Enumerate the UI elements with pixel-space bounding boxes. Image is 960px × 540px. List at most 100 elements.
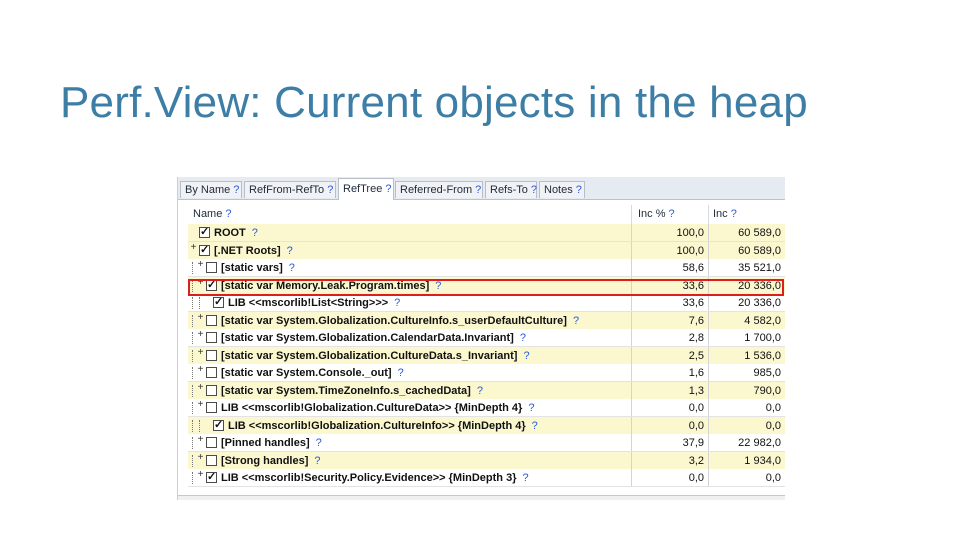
table-row[interactable]: LIB <<mscorlib!Globalization.CultureInfo… xyxy=(188,416,785,435)
row-checkbox[interactable] xyxy=(206,402,217,413)
inc-pct-cell: 0,0 xyxy=(688,419,704,432)
tab-reftree[interactable]: RefTree? xyxy=(338,178,394,200)
column-divider[interactable] xyxy=(708,205,709,224)
table-row[interactable]: + [Pinned handles]? 37,9 22 982,0 xyxy=(188,434,785,452)
help-link[interactable]: ? xyxy=(531,184,537,196)
row-name[interactable]: [static var System.Globalization.Culture… xyxy=(221,348,530,364)
help-link[interactable]: ? xyxy=(475,184,481,196)
help-link[interactable]: ? xyxy=(731,208,737,220)
row-checkbox[interactable] xyxy=(199,243,210,256)
row-name[interactable]: LIB <<mscorlib!List<String>>>? xyxy=(228,295,400,311)
expand-toggle-icon[interactable]: + xyxy=(196,330,205,340)
tree-guide-line xyxy=(192,367,194,379)
expand-toggle-icon[interactable]: + xyxy=(196,312,205,322)
table-row[interactable]: ROOT? 100,0 60 589,0 xyxy=(188,224,785,242)
row-name[interactable]: [static vars]? xyxy=(221,260,295,276)
expand-toggle-icon[interactable]: + xyxy=(196,435,205,445)
tab-notes[interactable]: Notes? xyxy=(539,181,585,198)
expand-toggle-icon[interactable] xyxy=(203,295,212,304)
column-header-name[interactable]: Name? xyxy=(193,205,231,224)
help-link[interactable]: ? xyxy=(528,402,534,414)
table-row[interactable]: + [Strong handles]? 3,2 1 934,0 xyxy=(188,451,785,470)
tab-reffrom-refto[interactable]: RefFrom-RefTo? xyxy=(244,181,336,198)
expand-toggle-icon[interactable]: + xyxy=(196,347,205,357)
tab-by-name[interactable]: By Name? xyxy=(180,181,242,198)
row-checkbox[interactable] xyxy=(206,314,217,326)
row-name[interactable]: LIB <<mscorlib!Security.Policy.Evidence>… xyxy=(221,470,529,486)
table-row[interactable]: + [.NET Roots]? 100,0 60 589,0 xyxy=(188,241,785,260)
expand-toggle-icon[interactable]: + xyxy=(189,242,198,252)
row-checkbox[interactable] xyxy=(206,384,217,396)
inc-cell: 35 521,0 xyxy=(738,262,781,274)
inc-cell: 60 589,0 xyxy=(738,227,781,239)
row-checkbox[interactable] xyxy=(206,349,217,361)
table-row[interactable]: + [static var System.TimeZoneInfo.s_cache… xyxy=(188,381,785,400)
tab-referred-from[interactable]: Referred-From? xyxy=(395,181,483,198)
help-link[interactable]: ? xyxy=(522,472,528,484)
help-link[interactable]: ? xyxy=(252,227,258,239)
row-checkbox[interactable] xyxy=(213,295,224,308)
row-name[interactable]: [Pinned handles]? xyxy=(221,435,322,451)
inc-pct-cell: 2,5 xyxy=(688,349,704,362)
column-divider[interactable] xyxy=(631,205,632,224)
table-row[interactable]: + LIB <<mscorlib!Globalization.CultureDat… xyxy=(188,399,785,417)
help-link[interactable]: ? xyxy=(576,184,582,196)
table-row[interactable]: + [static var System.Globalization.Cultur… xyxy=(188,311,785,330)
help-link[interactable]: ? xyxy=(669,208,675,220)
expand-toggle-icon[interactable]: + xyxy=(196,365,205,375)
help-link[interactable]: ? xyxy=(225,208,231,220)
row-name[interactable]: [static var System.Globalization.Calenda… xyxy=(221,330,526,346)
column-label: Inc xyxy=(713,208,728,220)
row-name[interactable]: [static var System.TimeZoneInfo.s_cached… xyxy=(221,383,483,399)
horizontal-scrollbar[interactable] xyxy=(178,495,785,500)
column-header-inc[interactable]: Inc? xyxy=(713,205,737,224)
row-checkbox[interactable] xyxy=(206,367,217,378)
help-link[interactable]: ? xyxy=(520,332,526,344)
table-row[interactable]: + [static var System.Globalization.Calend… xyxy=(188,329,785,347)
help-link[interactable]: ? xyxy=(316,437,322,449)
help-link[interactable]: ? xyxy=(532,420,538,432)
row-name[interactable]: [.NET Roots]? xyxy=(214,243,293,259)
table-row[interactable]: + LIB <<mscorlib!Security.Policy.Evidence… xyxy=(188,469,785,487)
table-row[interactable]: + [static var System.Console._out]? 1,6 985… xyxy=(188,364,785,382)
expand-toggle-icon[interactable] xyxy=(203,418,212,427)
expand-toggle-icon[interactable]: + xyxy=(196,382,205,392)
row-checkbox[interactable] xyxy=(206,262,217,273)
table-row[interactable]: LIB <<mscorlib!List<String>>>? 33,6 20 336… xyxy=(188,294,785,312)
help-link[interactable]: ? xyxy=(573,315,579,327)
row-checkbox[interactable] xyxy=(206,437,217,448)
tab-refs-to[interactable]: Refs-To? xyxy=(485,181,537,198)
help-link[interactable]: ? xyxy=(314,455,320,467)
column-header-inc-pct[interactable]: Inc %? xyxy=(638,205,675,224)
help-link[interactable]: ? xyxy=(477,385,483,397)
help-link[interactable]: ? xyxy=(398,367,404,379)
row-name[interactable]: LIB <<mscorlib!Globalization.CultureData… xyxy=(221,400,534,416)
row-name[interactable]: [static var System.Globalization.Culture… xyxy=(221,313,579,329)
row-name-text: [static var System.TimeZoneInfo.s_cached… xyxy=(221,384,471,397)
expand-toggle-icon[interactable]: + xyxy=(196,452,205,462)
help-link[interactable]: ? xyxy=(289,262,295,274)
row-name[interactable]: [static var System.Console._out]? xyxy=(221,365,404,381)
row-checkbox[interactable] xyxy=(206,454,217,466)
help-link[interactable]: ? xyxy=(385,183,391,195)
row-name[interactable]: LIB <<mscorlib!Globalization.CultureInfo… xyxy=(228,418,538,434)
expand-toggle-icon[interactable]: + xyxy=(196,470,205,480)
expand-toggle-icon[interactable]: + xyxy=(196,400,205,410)
table-row[interactable]: + [static vars]? 58,6 35 521,0 xyxy=(188,259,785,277)
row-checkbox[interactable] xyxy=(206,470,217,483)
help-link[interactable]: ? xyxy=(287,245,293,257)
help-link[interactable]: ? xyxy=(327,184,333,196)
expand-toggle-icon[interactable]: + xyxy=(196,260,205,270)
row-name[interactable]: ROOT? xyxy=(214,225,258,241)
expand-toggle-icon[interactable] xyxy=(189,225,198,234)
help-link[interactable]: ? xyxy=(523,350,529,362)
row-checkbox[interactable] xyxy=(199,225,210,238)
row-checkbox[interactable] xyxy=(213,418,224,431)
row-checkbox[interactable] xyxy=(206,332,217,343)
help-link[interactable]: ? xyxy=(394,297,400,309)
row-name[interactable]: [Strong handles]? xyxy=(221,453,321,469)
row-name-text: [.NET Roots] xyxy=(214,244,281,257)
table-row[interactable]: + [static var System.Globalization.Cultur… xyxy=(188,346,785,365)
help-link[interactable]: ? xyxy=(233,184,239,196)
inc-cell: 20 336,0 xyxy=(738,297,781,309)
